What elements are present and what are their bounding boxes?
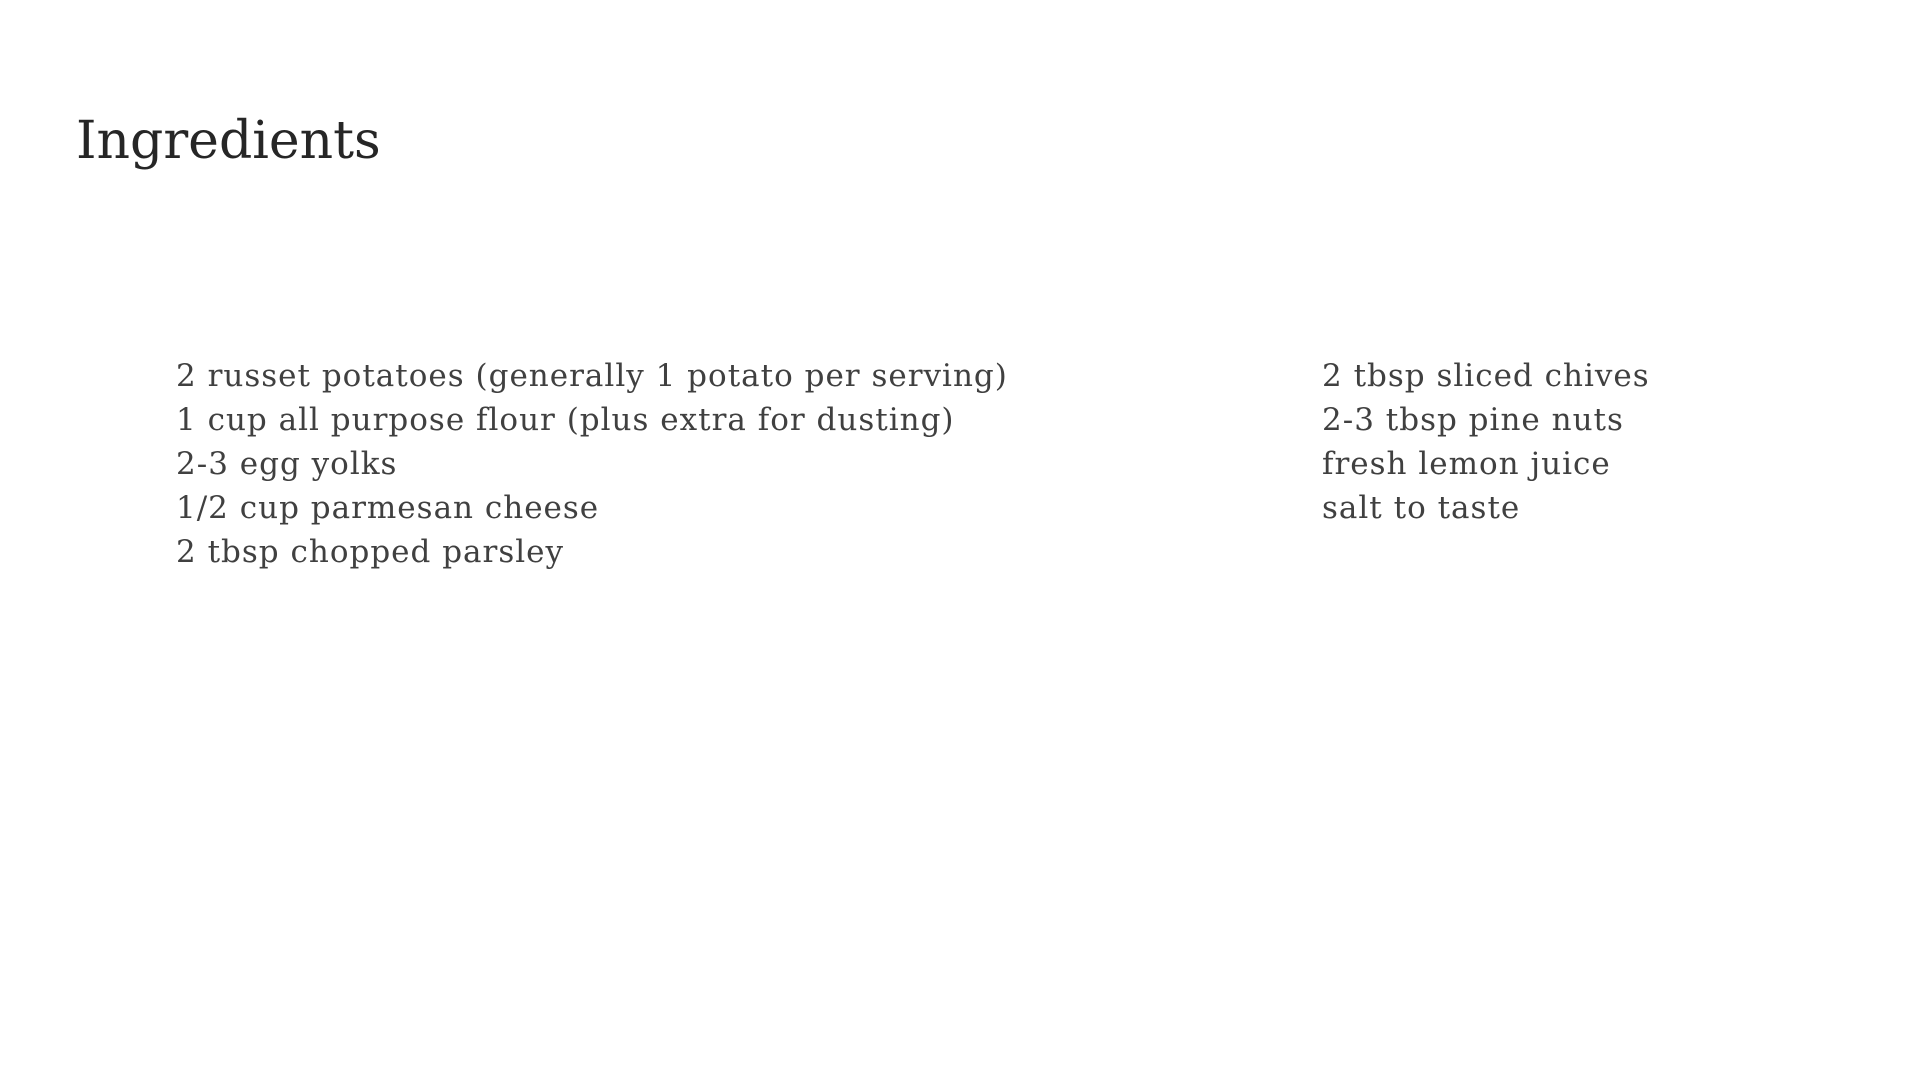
list-item: 2 tbsp chopped parsley	[176, 534, 565, 570]
list-item: salt to taste	[1322, 490, 1521, 526]
list-item: 2-3 egg yolks	[176, 446, 398, 482]
ingredient-list-left: 2 russet potatoes (generally 1 potato pe…	[176, 354, 1176, 574]
ingredient-list-right: 2 tbsp sliced chives 2-3 tbsp pine nuts …	[1322, 354, 1882, 530]
list-item: 2 tbsp sliced chives	[1322, 358, 1650, 394]
page-title: Ingredients	[76, 111, 381, 171]
list-item: 1/2 cup parmesan cheese	[176, 490, 600, 526]
list-item: 2-3 tbsp pine nuts	[1322, 402, 1624, 438]
list-item: 2 russet potatoes (generally 1 potato pe…	[176, 358, 1008, 394]
list-item: fresh lemon juice	[1322, 446, 1611, 482]
list-item: 1 cup all purpose flour (plus extra for …	[176, 402, 955, 438]
